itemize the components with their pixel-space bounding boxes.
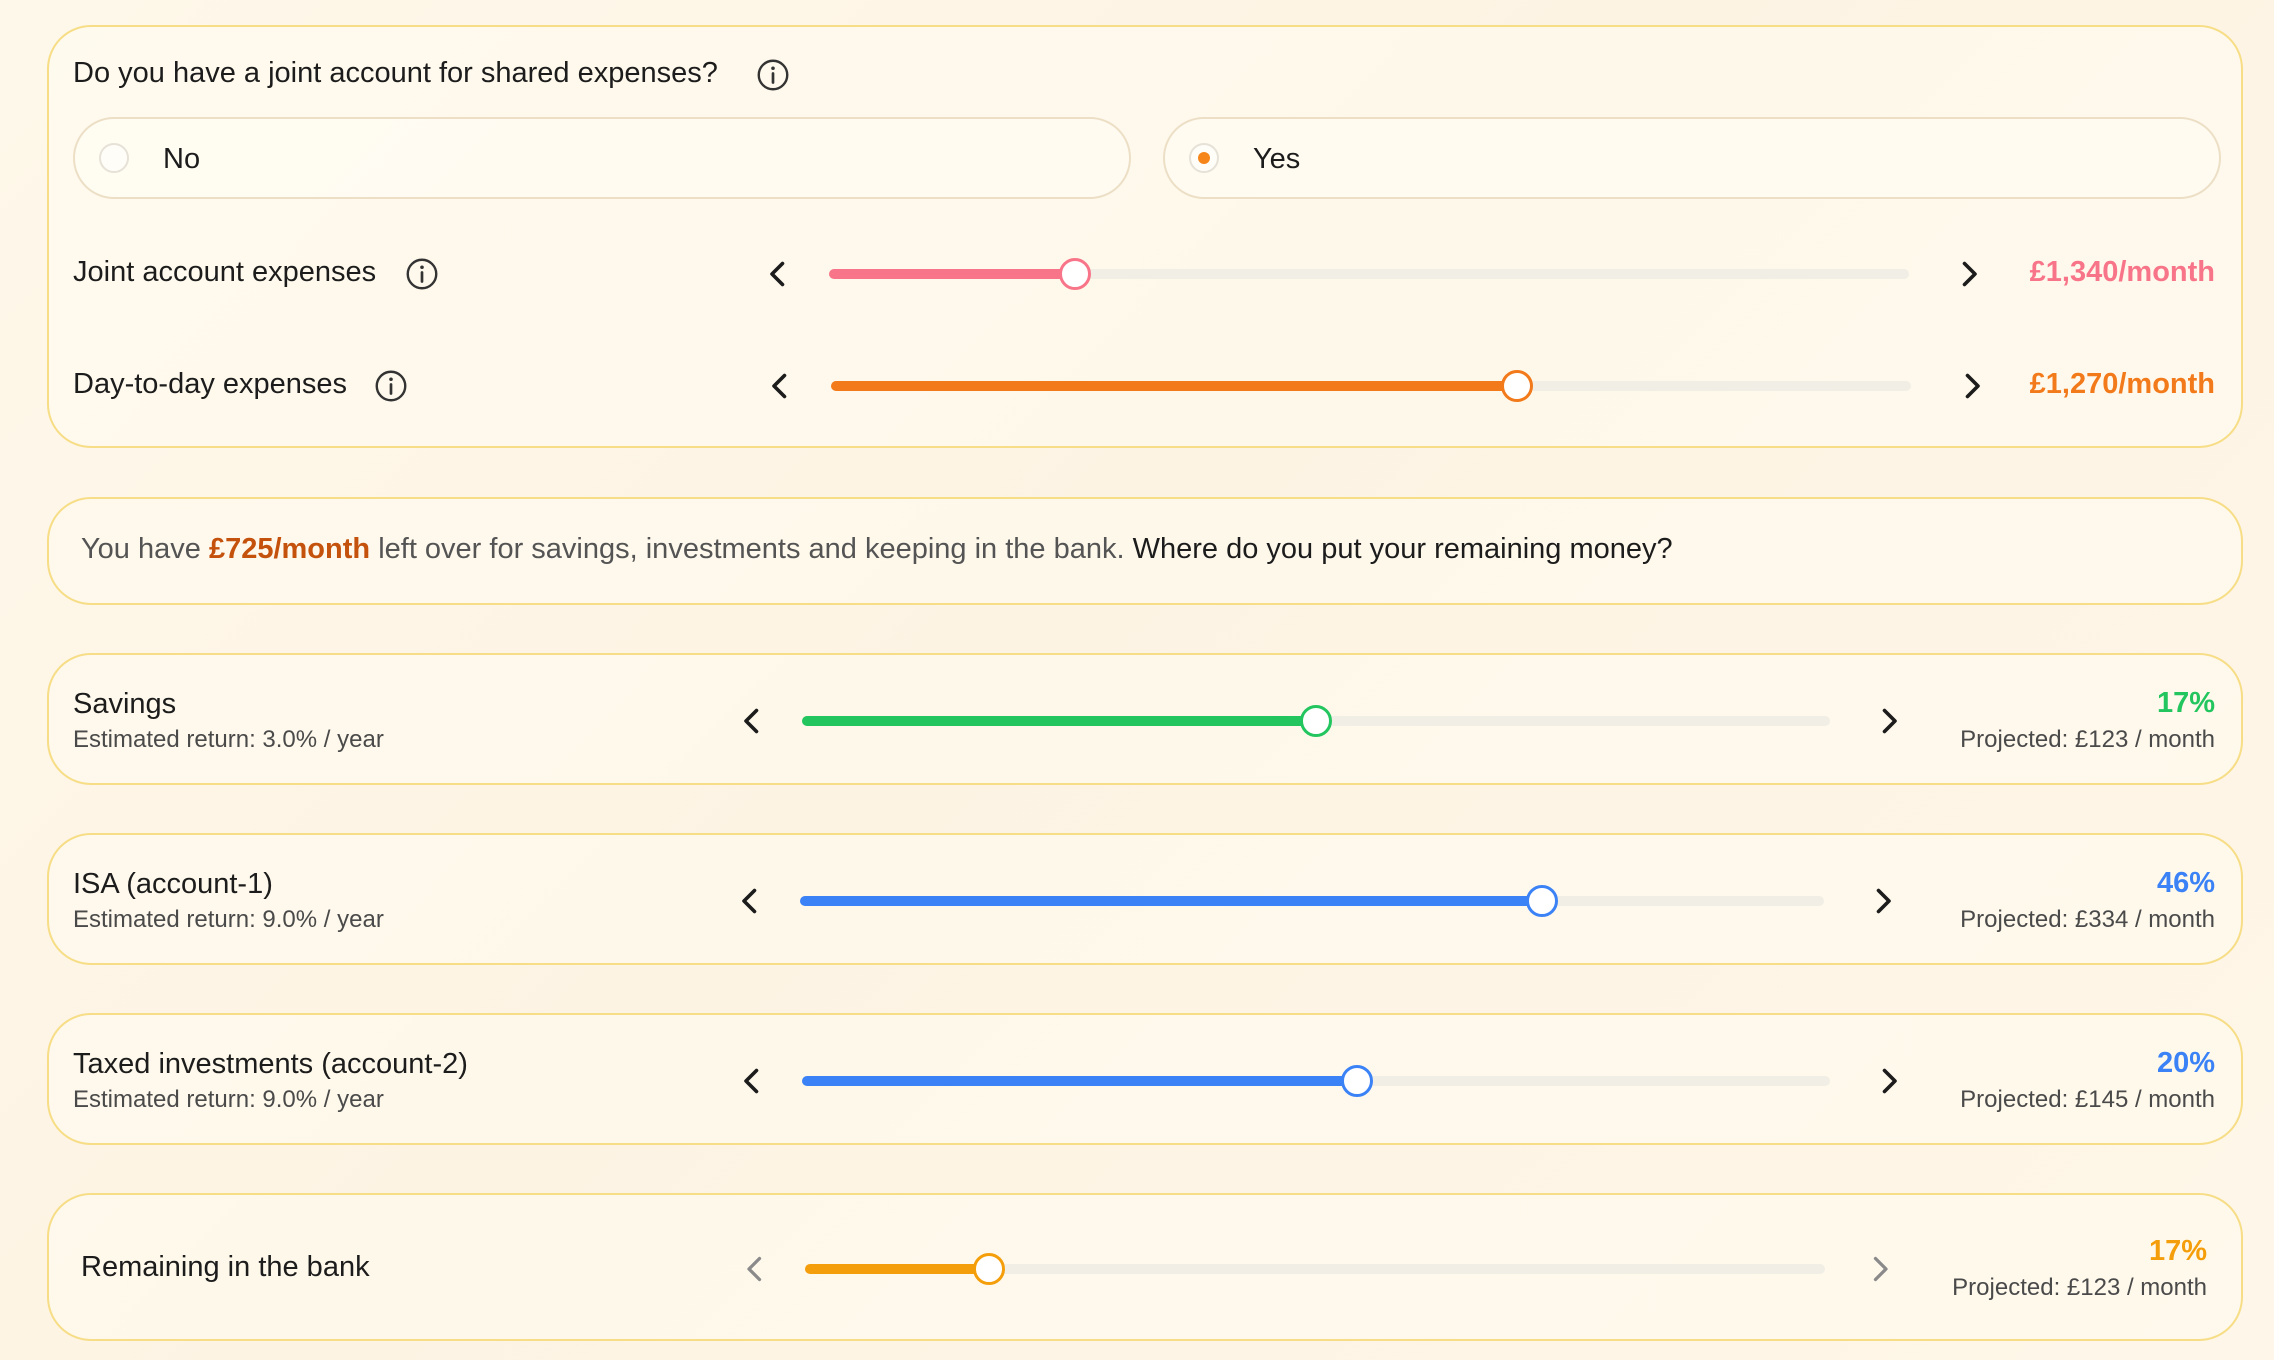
radio-circle-yes [1189, 143, 1219, 173]
info-icon[interactable] [404, 256, 440, 292]
chevron-right-icon[interactable] [1954, 368, 1990, 404]
joint-expenses-value: £1,340/month [2029, 256, 2215, 288]
slider-fill [802, 1076, 1358, 1086]
radio-label-yes: Yes [1253, 143, 1301, 175]
allocation-title: Savings [73, 688, 177, 720]
chevron-left-icon[interactable] [737, 1251, 773, 1287]
allocation-projected: Projected: £334 / month [1960, 906, 2215, 933]
allocation-title: Remaining in the bank [81, 1251, 370, 1283]
allocation-subtitle: Estimated return: 9.0% / year [73, 1086, 384, 1113]
allocation-projected: Projected: £123 / month [1960, 726, 2215, 753]
info-icon[interactable] [373, 368, 409, 404]
allocation-percent: 20% [2156, 1047, 2215, 1079]
slider-thumb[interactable] [1341, 1065, 1374, 1097]
day-to-day-label: Day-to-day expenses [73, 368, 348, 400]
summary-amount: £725/month [208, 533, 371, 565]
slider-thumb[interactable] [1059, 258, 1092, 290]
info-icon[interactable] [755, 57, 791, 93]
joint-expenses-slider[interactable] [829, 258, 1909, 290]
slider-fill [829, 269, 1076, 279]
chevron-left-icon[interactable] [762, 368, 798, 404]
slider-thumb[interactable] [1500, 370, 1533, 402]
chevron-left-icon[interactable] [732, 883, 768, 919]
allocation-percent: 17% [2156, 687, 2215, 719]
chevron-left-icon[interactable] [734, 1063, 770, 1099]
allocation-card-isa: ISA (account-1) Estimated return: 9.0% /… [47, 833, 2243, 965]
day-to-day-value: £1,270/month [2029, 368, 2215, 400]
joint-expenses-label: Joint account expenses [73, 256, 377, 288]
summary-card: You have £725/month left over for saving… [47, 497, 2243, 605]
allocation-slider[interactable] [800, 885, 1824, 917]
summary-text: You have £725/month left over for saving… [81, 533, 1673, 566]
allocation-subtitle: Estimated return: 3.0% / year [73, 726, 384, 753]
allocation-slider[interactable] [805, 1253, 1825, 1285]
summary-prefix: You have [81, 533, 201, 565]
allocation-projected: Projected: £145 / month [1960, 1086, 2215, 1113]
radio-selected-dot [1198, 152, 1210, 164]
allocation-title: ISA (account-1) [73, 868, 273, 900]
allocation-subtitle: Estimated return: 9.0% / year [73, 906, 384, 933]
slider-thumb[interactable] [1300, 705, 1332, 737]
allocation-percent: 17% [2148, 1235, 2207, 1267]
summary-question: Where do you put your remaining money? [1132, 533, 1673, 565]
chevron-right-icon[interactable] [1871, 703, 1907, 739]
chevron-left-icon[interactable] [760, 256, 796, 292]
allocation-card-remaining: Remaining in the bank 17% Projected: £12… [47, 1193, 2243, 1341]
chevron-right-icon[interactable] [1951, 256, 1987, 292]
allocation-title: Taxed investments (account-2) [73, 1048, 468, 1080]
slider-thumb[interactable] [972, 1253, 1005, 1285]
allocation-slider[interactable] [802, 1065, 1830, 1097]
allocation-slider[interactable] [802, 705, 1830, 737]
joint-account-question: Do you have a joint account for shared e… [73, 57, 718, 89]
allocation-percent: 46% [2156, 867, 2215, 899]
chevron-right-icon[interactable] [1871, 1063, 1907, 1099]
radio-circle-no [99, 143, 129, 173]
chevron-left-icon[interactable] [734, 703, 770, 739]
slider-fill [805, 1264, 989, 1274]
day-to-day-slider[interactable] [831, 370, 1911, 402]
slider-fill [831, 381, 1517, 391]
slider-fill [802, 716, 1316, 726]
slider-thumb[interactable] [1526, 885, 1559, 917]
summary-middle: left over for savings, investments and k… [378, 533, 1125, 565]
slider-fill [800, 896, 1543, 906]
radio-option-yes[interactable]: Yes [1163, 117, 2221, 199]
allocation-projected: Projected: £123 / month [1952, 1274, 2207, 1301]
allocation-card-taxed: Taxed investments (account-2) Estimated … [47, 1013, 2243, 1145]
joint-account-card: Do you have a joint account for shared e… [47, 25, 2243, 448]
chevron-right-icon[interactable] [1862, 1251, 1898, 1287]
chevron-right-icon[interactable] [1865, 883, 1901, 919]
radio-label-no: No [163, 143, 201, 175]
allocation-card-savings: Savings Estimated return: 3.0% / year 17… [47, 653, 2243, 785]
radio-option-no[interactable]: No [73, 117, 1131, 199]
